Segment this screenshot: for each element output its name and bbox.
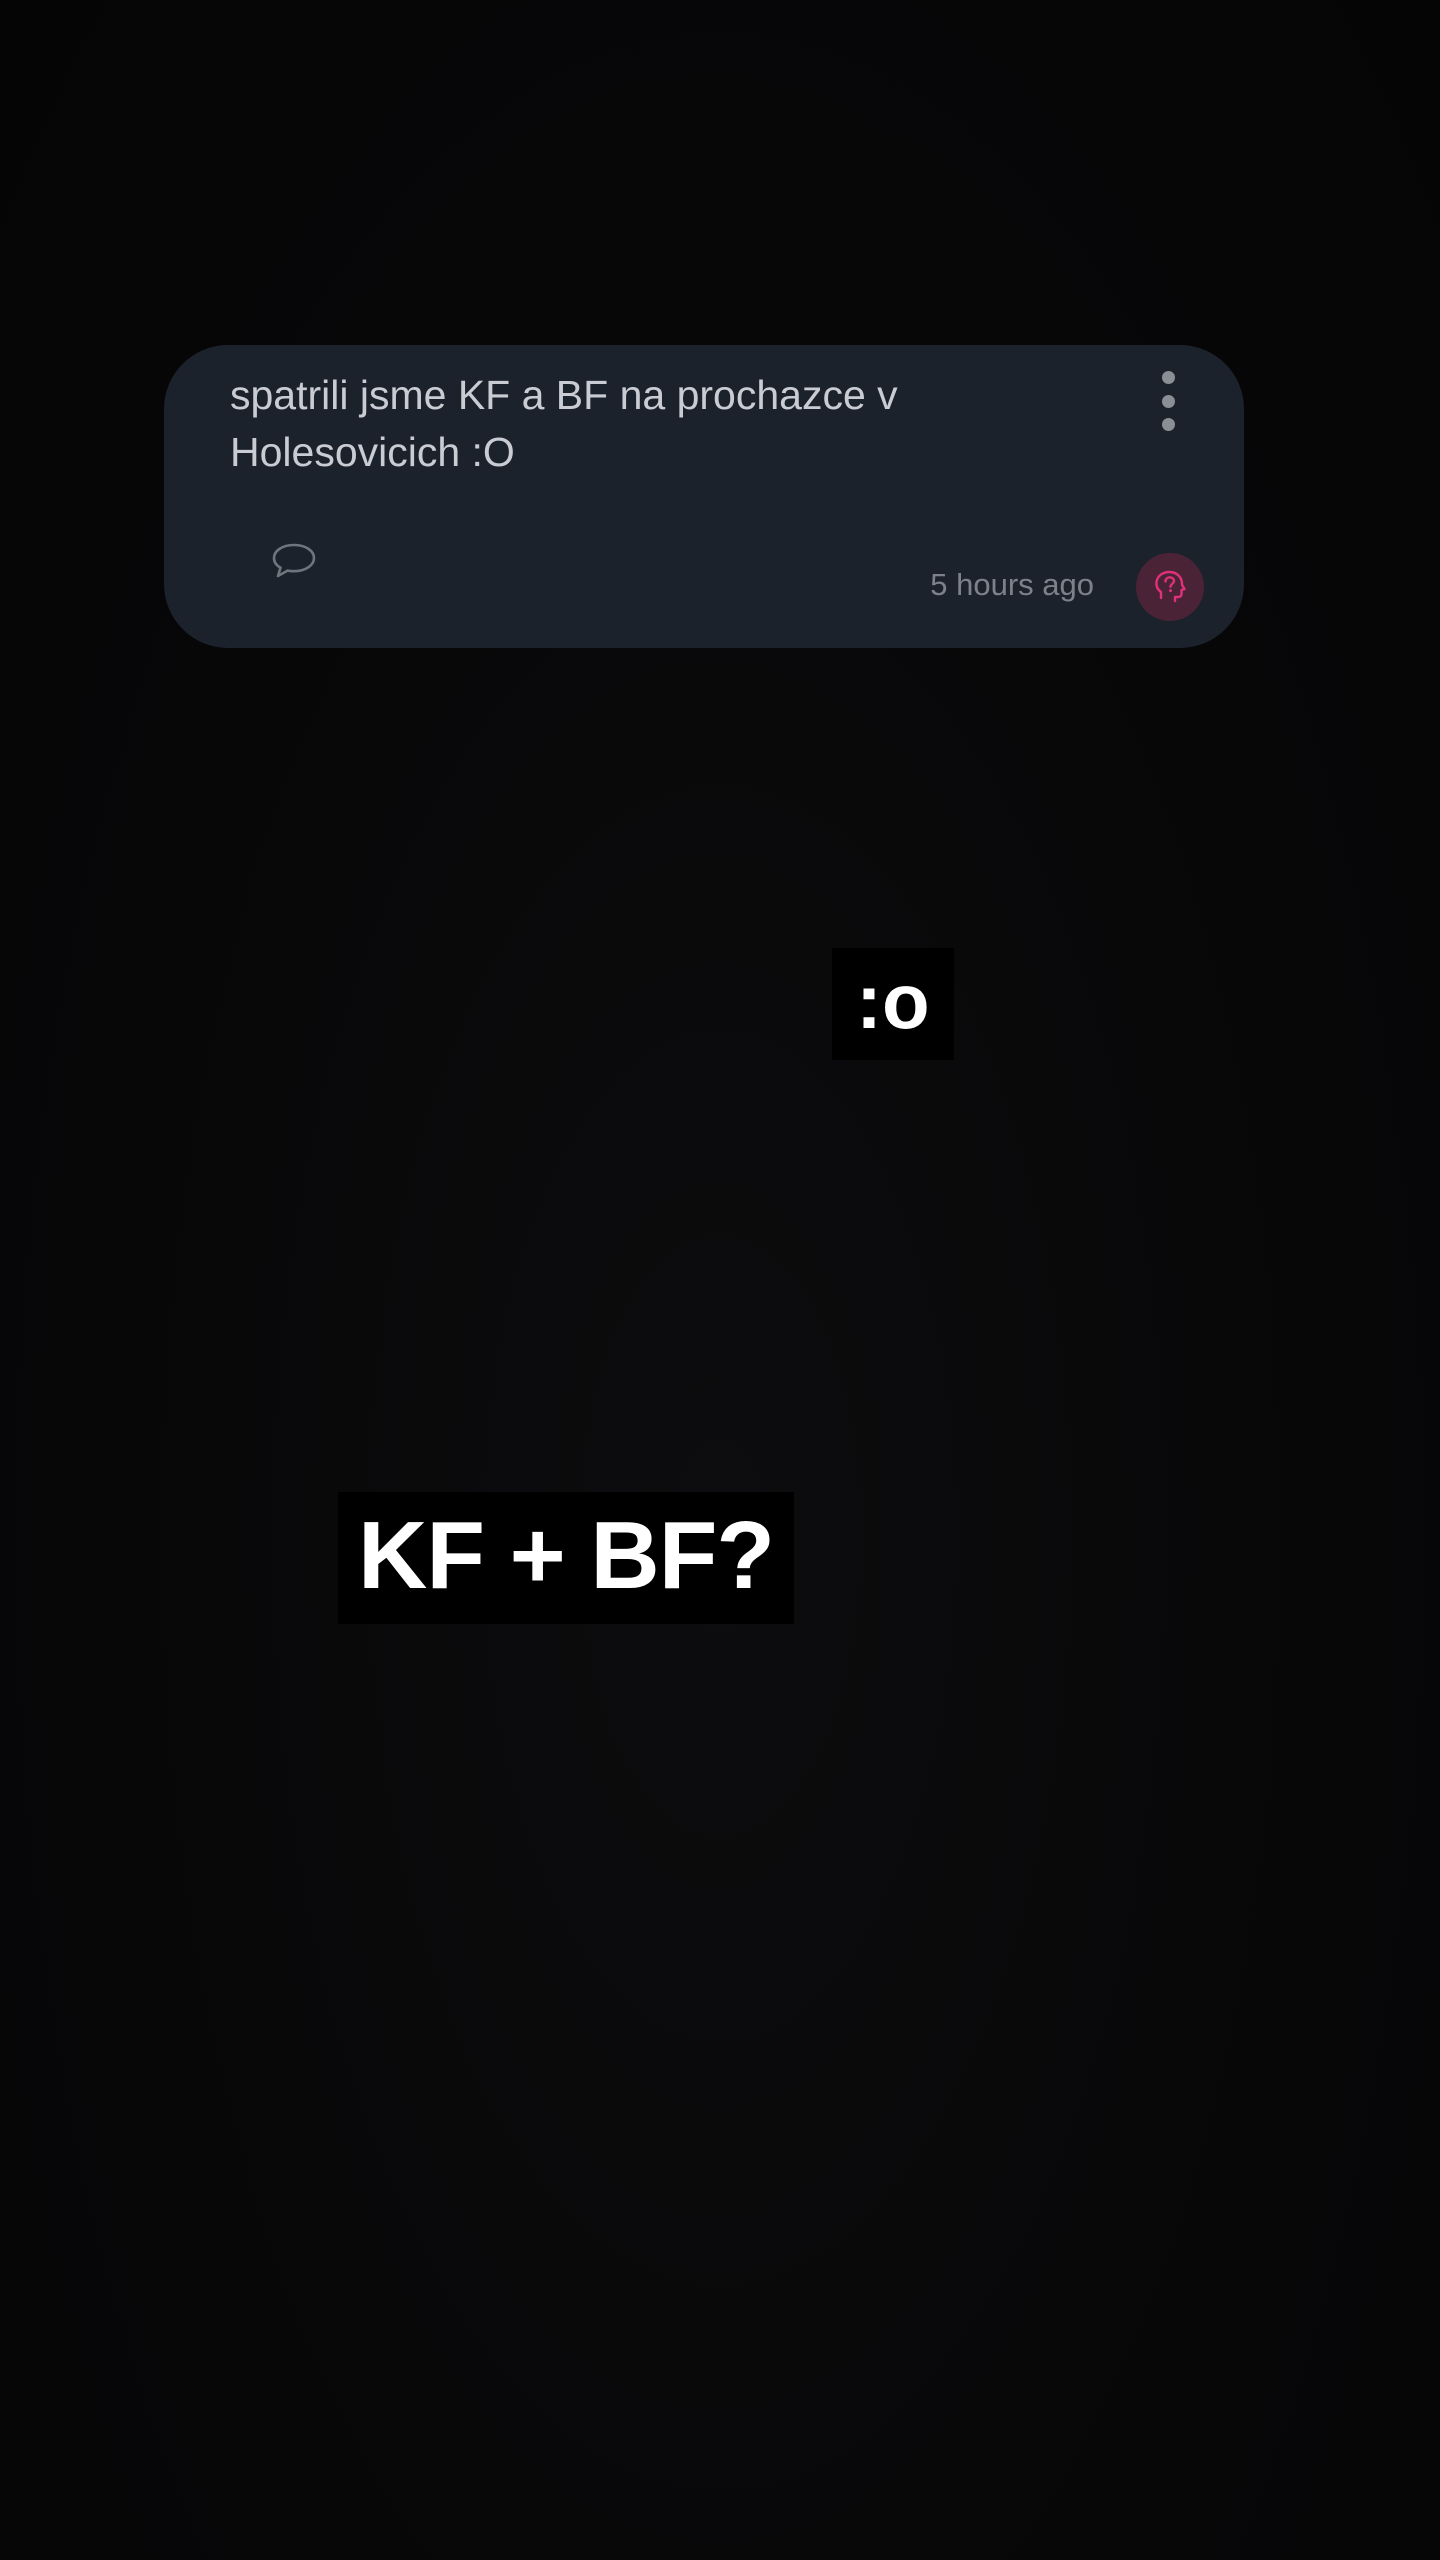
sticker-kf-bf: KF + BF? bbox=[338, 1492, 794, 1624]
more-dot bbox=[1161, 394, 1175, 408]
question-head-icon bbox=[1155, 570, 1186, 603]
more-dot bbox=[1161, 418, 1175, 431]
comment-icon[interactable] bbox=[270, 541, 318, 583]
more-options-icon[interactable] bbox=[1160, 371, 1176, 431]
post-timestamp: 5 hours ago bbox=[930, 567, 1094, 602]
author-avatar[interactable] bbox=[1136, 553, 1204, 621]
post-card[interactable]: spatrili jsme KF a BF na prochazce v Hol… bbox=[164, 345, 1244, 648]
post-text: spatrili jsme KF a BF na prochazce v Hol… bbox=[230, 372, 898, 475]
more-dot bbox=[1161, 371, 1175, 384]
sticker-face: :o bbox=[832, 948, 954, 1060]
